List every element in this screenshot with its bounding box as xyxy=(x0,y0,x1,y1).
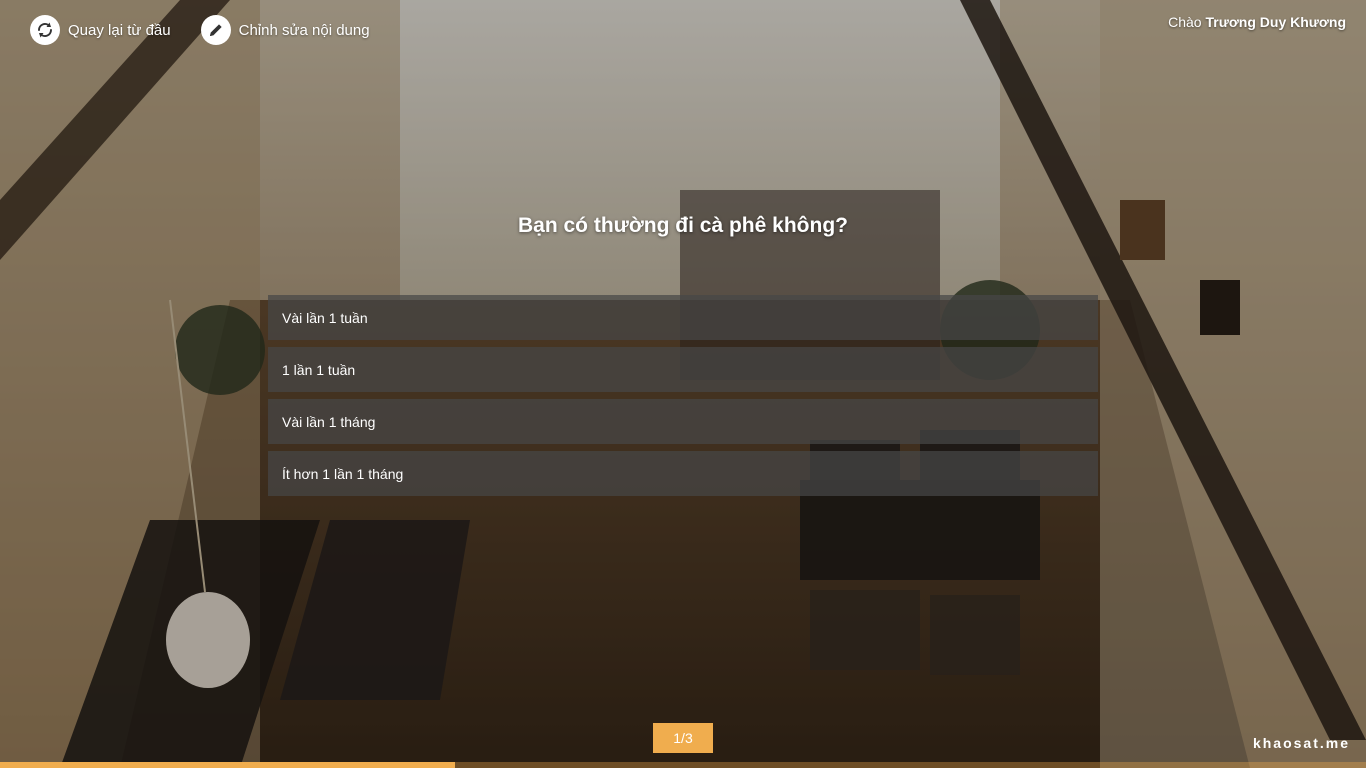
user-name: Trương Duy Khương xyxy=(1205,14,1346,30)
answer-option-label: Ít hơn 1 lần 1 tháng xyxy=(282,465,404,482)
greeting-prefix: Chào xyxy=(1168,14,1202,30)
progress-bar xyxy=(0,762,1366,768)
refresh-icon xyxy=(30,15,60,45)
answer-option-label: 1 lần 1 tuần xyxy=(282,361,356,378)
progress-fill xyxy=(0,762,455,768)
pencil-icon xyxy=(200,15,231,45)
brand-logo[interactable]: khaosat.me xyxy=(1253,735,1350,751)
top-actions: Quay lại từ đầu Chỉnh sửa nội dung xyxy=(30,15,370,45)
answer-option[interactable]: Vài lần 1 tuần xyxy=(268,295,1098,340)
edit-content-button[interactable]: Chỉnh sửa nội dung xyxy=(200,15,370,45)
user-greeting: Chào Trương Duy Khương xyxy=(1168,14,1346,30)
answer-option-label: Vài lần 1 tháng xyxy=(282,413,376,430)
question-title: Bạn có thường đi cà phê không? xyxy=(518,214,848,237)
page-indicator: 1/3 xyxy=(653,723,713,753)
edit-content-label: Chỉnh sửa nội dung xyxy=(238,21,370,39)
answer-option[interactable]: 1 lần 1 tuần xyxy=(268,347,1098,392)
restart-button[interactable]: Quay lại từ đầu xyxy=(30,15,171,45)
survey-page: Quay lại từ đầu Chỉnh sửa nội dung Chào … xyxy=(0,0,1366,768)
answer-option[interactable]: Vài lần 1 tháng xyxy=(268,399,1098,444)
answer-option-label: Vài lần 1 tuần xyxy=(282,309,368,326)
answer-options: Vài lần 1 tuần 1 lần 1 tuần Vài lần 1 th… xyxy=(268,295,1098,503)
answer-option[interactable]: Ít hơn 1 lần 1 tháng xyxy=(268,451,1098,496)
restart-label: Quay lại từ đầu xyxy=(68,21,171,39)
